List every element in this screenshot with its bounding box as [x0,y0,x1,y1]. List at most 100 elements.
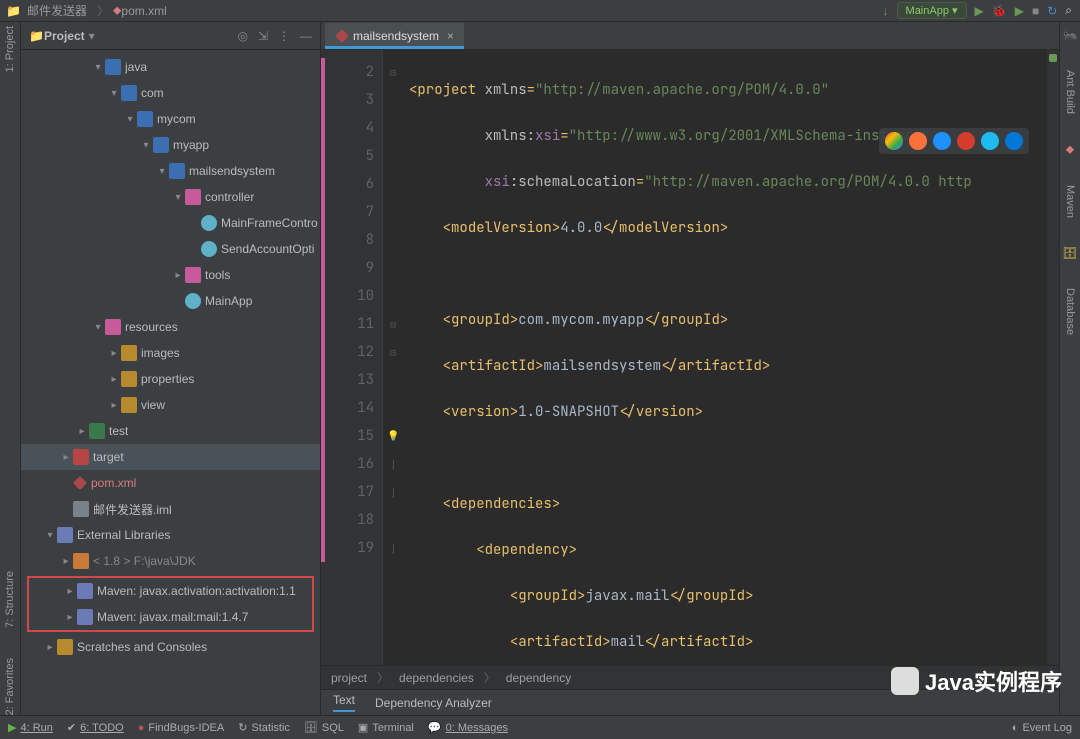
tree-pom: pom.xml [91,476,136,490]
file-tab-mailsendsystem[interactable]: mailsendsystem × [325,23,464,49]
class-icon [201,241,217,257]
debug-icon[interactable]: 🐞 [992,4,1007,18]
scratches-icon [57,639,73,655]
firefox-icon[interactable] [909,132,927,150]
fold-column[interactable]: ⊟ ⊟⊟💡 ⌋⌋⌋ [383,50,403,665]
navigation-bar: 📁 邮件发送器 〉 ⬥ pom.xml ↓ MainApp ▾ ▶ 🐞 ▶ ■ … [0,0,1080,22]
watermark: Java实例程序 [891,665,1062,697]
subtab-text[interactable]: Text [333,693,355,712]
folder-icon [121,85,137,101]
status-statistic[interactable]: ↻ Statistic [238,721,290,734]
tree-properties: properties [141,372,194,386]
tree-view: view [141,398,165,412]
error-stripe[interactable] [1047,50,1059,665]
close-icon[interactable]: × [447,29,454,43]
status-todo[interactable]: ✔ 6: TODO [67,721,124,734]
nav-crumb-project[interactable]: 邮件发送器 [27,2,87,19]
class-icon [201,215,217,231]
target-folder-icon [73,449,89,465]
left-tool-strip: 1: Project 7: Structure 2: Favorites [0,22,21,715]
nav-crumb-file[interactable]: pom.xml [121,4,166,18]
coverage-run-icon[interactable]: ▶ [1015,4,1024,18]
project-tree[interactable]: ▾java ▾com ▾mycom ▾myapp ▾mailsendsystem… [21,50,320,715]
dropdown-icon[interactable]: ▾ [89,29,95,43]
ant-icon: 🐜 [1063,28,1078,42]
vcs-update-icon[interactable]: ↻ [1047,4,1057,18]
folder-icon [153,137,169,153]
status-messages[interactable]: 💬 0: Messages [428,721,508,734]
iml-icon [73,501,89,517]
settings-vert-icon[interactable]: ⋮ [278,29,290,43]
crumb-dependencies: dependencies [399,671,474,685]
tab-label: mailsendsystem [353,29,439,43]
package-icon [185,267,201,283]
ie-icon[interactable] [981,132,999,150]
crumb-project: project [331,671,367,685]
tree-target: target [93,450,124,464]
tree-test: test [109,424,128,438]
editor-tabs: mailsendsystem × [321,22,1059,50]
code-editor[interactable]: 2 3 4 5 6 7 8 9 10 11 12 13 14 15 16 17 [321,50,1059,665]
maven-icon [335,28,349,42]
analysis-ok-icon [1049,54,1057,62]
tool-favorites[interactable]: 2: Favorites [4,658,16,715]
tree-resources: resources [125,320,178,334]
project-view-title[interactable]: Project [44,29,85,43]
search-everywhere-icon[interactable]: ⌕ [1065,3,1072,18]
maven-libs-highlight: ▸Maven: javax.activation:activation:1.1 … [27,576,314,632]
maven-icon [73,476,87,490]
collapse-all-icon[interactable]: ⇲ [258,29,268,43]
status-bar: ▶4: Run ✔ 6: TODO ●FindBugs-IDEA ↻ Stati… [0,715,1080,739]
opera-icon[interactable] [957,132,975,150]
tree-mycom: mycom [157,112,196,126]
class-icon [185,293,201,309]
package-icon [185,189,201,205]
tree-mainapp: MainApp [205,294,252,308]
tree-sendaccount: SendAccountOpti [221,242,314,256]
project-tool-window: 📁 Project ▾ ◎ ⇲ ⋮ — ▾java ▾com ▾mycom ▾m… [21,22,321,715]
folder-icon [121,371,137,387]
tool-project[interactable]: 1: Project [4,26,16,72]
folder-icon [105,59,121,75]
project-view-icon: 📁 [29,29,44,43]
library-icon [77,609,93,625]
status-run[interactable]: ▶4: Run [8,721,53,734]
tree-java: java [125,60,147,74]
tool-structure[interactable]: 7: Structure [4,571,16,628]
tool-ant[interactable]: Ant Build [1064,70,1076,114]
autoscroll-icon[interactable]: ◎ [237,29,247,43]
status-sql[interactable]: 🗄 SQL [304,721,344,734]
tree-iml: 邮件发送器.iml [93,501,172,518]
chrome-icon[interactable] [885,132,903,150]
build-icon[interactable]: ↓ [883,4,889,18]
status-terminal[interactable]: ▣ Terminal [358,721,414,734]
safari-icon[interactable] [933,132,951,150]
tool-database[interactable]: Database [1064,288,1076,335]
status-findbugs[interactable]: ●FindBugs-IDEA [138,722,224,734]
run-icon[interactable]: ▶ [975,4,984,18]
subtab-dependency-analyzer[interactable]: Dependency Analyzer [375,696,492,710]
project-icon: 📁 [6,4,21,18]
tree-myapp: myapp [173,138,209,152]
status-event-log[interactable]: ◐ Event Log [1012,722,1072,734]
tree-controller: controller [205,190,254,204]
run-config-selector[interactable]: MainApp ▾ [897,2,967,19]
tree-mailsendsystem: mailsendsystem [189,164,275,178]
tool-maven[interactable]: Maven [1064,185,1076,218]
edge-icon[interactable] [1005,132,1023,150]
folder-icon [121,397,137,413]
tree-tools: tools [205,268,230,282]
gutter: 2 3 4 5 6 7 8 9 10 11 12 13 14 15 16 17 [321,50,383,665]
stop-icon[interactable]: ■ [1032,4,1039,18]
intention-bulb-icon[interactable]: 💡 [387,429,401,443]
database-icon: 🗄 [1062,246,1077,260]
right-tool-strip: 🐜 Ant Build ⬥ Maven 🗄 Database [1059,22,1080,715]
tree-mvn-activation: Maven: javax.activation:activation:1.1 [97,584,296,598]
tree-scratches: Scratches and Consoles [77,640,207,654]
folder-icon [137,111,153,127]
jdk-icon [73,553,89,569]
tree-jdk: < 1.8 > F:\java\JDK [93,554,196,568]
test-folder-icon [89,423,105,439]
hide-icon[interactable]: — [300,29,312,43]
tree-mainframe: MainFrameContro [221,216,318,230]
